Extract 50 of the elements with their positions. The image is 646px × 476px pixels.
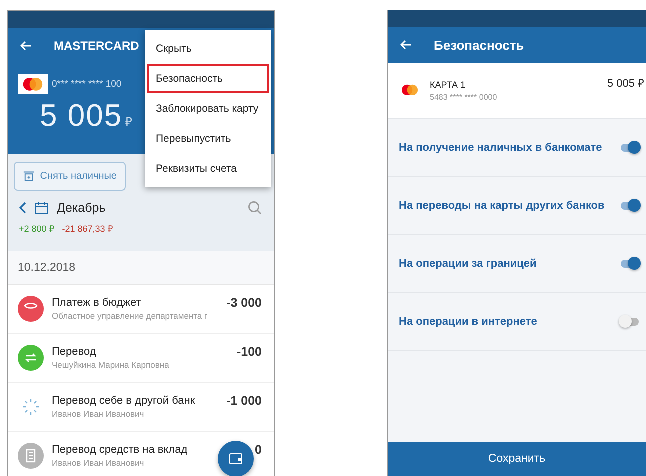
transfer-icon	[18, 345, 44, 371]
card-name: КАРТА 1	[430, 80, 467, 90]
card-logo-icon	[21, 76, 45, 92]
transaction-amount: -1 000	[226, 394, 262, 408]
setting-label: На операции за границей	[399, 258, 538, 270]
budget-icon	[18, 296, 44, 322]
screen-title: Безопасность	[434, 38, 524, 52]
cash-icon	[23, 171, 36, 182]
transaction-amount: -100	[236, 345, 262, 359]
transaction-recipient: Чешуйкина Марина Карповна	[52, 360, 170, 370]
menu-item[interactable]: Перевыпустить	[147, 124, 269, 153]
transaction-title: Перевод	[52, 346, 96, 358]
menu-item[interactable]: Реквизиты счета	[147, 154, 269, 183]
transaction-recipient: Иванов Иван Иванович	[52, 458, 144, 468]
card-number: 0*** **** **** 100	[52, 78, 122, 90]
calendar-icon[interactable]	[35, 201, 49, 215]
transaction-recipient: Иванов Иван Иванович	[52, 409, 144, 419]
back-arrow-icon[interactable]	[20, 41, 32, 51]
deposit-icon	[18, 443, 44, 469]
setting-label: На переводы на карты других банков	[399, 200, 606, 212]
toggle-switch[interactable]	[619, 141, 641, 154]
toggle-switch[interactable]	[619, 199, 641, 212]
transaction-title: Перевод средств на вклад	[52, 444, 188, 456]
transaction-title: Платеж в бюджет	[52, 297, 142, 309]
currency-sign: ₽	[126, 114, 133, 130]
setting-label: На получение наличных в банкомате	[399, 142, 604, 154]
screen-title: MASTERCARD	[54, 39, 140, 53]
wallet-icon	[229, 453, 243, 465]
toggle-switch[interactable]	[619, 257, 641, 270]
transaction-recipient: Областное управление департамента г	[52, 311, 208, 321]
menu-item[interactable]: Безопасность	[147, 64, 269, 93]
card-logo-icon	[400, 84, 420, 97]
toggle-switch[interactable]	[619, 315, 641, 328]
card-balance: 5 005 ₽	[607, 77, 644, 90]
month-label: Декабрь	[57, 201, 106, 215]
card-number: 5483 **** **** 0000	[430, 92, 498, 102]
balance-amount: 5 005	[40, 98, 123, 134]
transaction-title: Перевод себе в другой банк	[52, 395, 196, 407]
transaction-amount: -3 000	[226, 296, 262, 310]
income-total: +2 800 ₽	[19, 223, 54, 235]
wallet-fab[interactable]	[218, 441, 254, 476]
setting-label: На операции в интернете	[399, 316, 538, 328]
date-header: 10.12.2018	[8, 251, 274, 285]
transaction-amount: 0	[255, 443, 262, 457]
menu-item[interactable]: Скрыть	[147, 34, 269, 63]
back-arrow-icon[interactable]	[400, 40, 412, 50]
chevron-left-icon[interactable]	[19, 202, 27, 214]
menu-item[interactable]: Заблокировать карту	[147, 94, 269, 123]
expense-total: -21 867,33 ₽	[62, 223, 113, 235]
save-button[interactable]: Сохранить	[388, 442, 646, 476]
